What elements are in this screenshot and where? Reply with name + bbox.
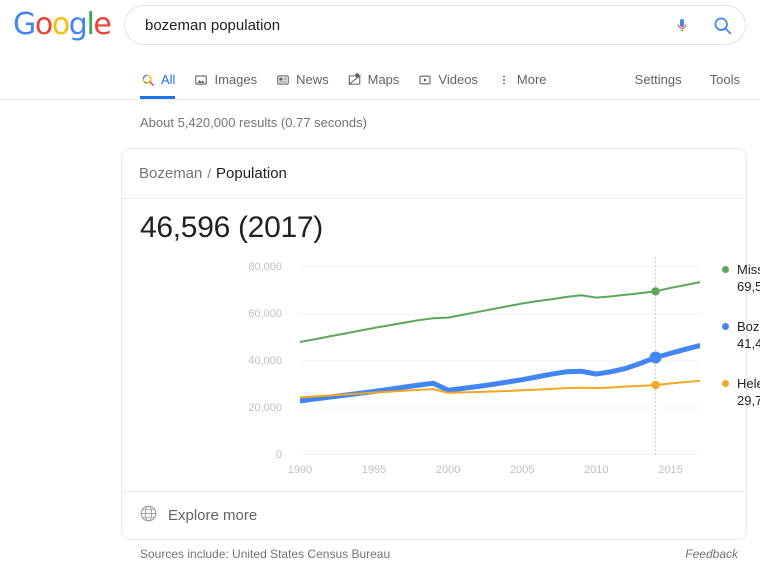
tab-label: More xyxy=(517,72,547,87)
y-tick-label: 60,000 xyxy=(222,308,282,320)
knowledge-panel-card: Bozeman / Population 46,596 (2017) 0 20,0… xyxy=(121,148,747,540)
y-tick-label: 20,000 xyxy=(222,402,282,414)
legend-series-name: Helena xyxy=(737,375,760,392)
legend-item-missoula[interactable]: Missoula69,530 (2014) xyxy=(722,261,760,295)
legend-item-helena[interactable]: Helena29,759 (2014) xyxy=(722,375,760,409)
legend-series-value: 29,759 (2014) xyxy=(737,392,760,409)
legend-series-value: 41,445 (2014) xyxy=(737,335,760,352)
tab-label: All xyxy=(161,72,175,87)
breadcrumb-separator: / xyxy=(207,166,211,181)
legend-series-name: Missoula xyxy=(737,261,760,278)
video-play-icon xyxy=(417,72,433,88)
logo-letter-1: o xyxy=(35,10,52,40)
hover-point-helena[interactable] xyxy=(651,381,659,389)
feedback-link[interactable]: Feedback xyxy=(685,547,738,561)
navigation-right-links: Settings Tools xyxy=(635,60,740,99)
microphone-icon[interactable] xyxy=(665,14,699,36)
search-tabs: All Images News Maps Videos More xyxy=(136,60,556,100)
page-title: 46,596 (2017) xyxy=(140,211,323,245)
tab-news[interactable]: News xyxy=(266,60,338,99)
logo-letter-2: o xyxy=(52,10,69,40)
legend-color-dot xyxy=(722,266,729,273)
y-tick-label: 40,000 xyxy=(222,355,282,367)
search-icon xyxy=(140,72,156,88)
globe-icon xyxy=(139,504,158,528)
x-tick-label: 2000 xyxy=(436,464,460,476)
logo-letter-5: e xyxy=(93,10,110,40)
chart-plot-area[interactable] xyxy=(300,255,700,455)
explore-more-button[interactable]: Explore more xyxy=(122,491,746,539)
tab-maps[interactable]: Maps xyxy=(338,60,409,99)
x-tick-label: 2010 xyxy=(584,464,608,476)
google-search-results-page: Google bozeman population All Images News xyxy=(0,0,760,568)
search-input[interactable]: bozeman population xyxy=(125,17,665,34)
tab-more[interactable]: More xyxy=(487,60,556,99)
tab-label: Videos xyxy=(438,72,478,87)
google-logo[interactable]: Google xyxy=(13,10,110,40)
tab-videos[interactable]: Videos xyxy=(408,60,487,99)
breadcrumb-leaf: Population xyxy=(216,165,287,182)
tools-link[interactable]: Tools xyxy=(710,72,740,87)
hover-point-missoula[interactable] xyxy=(651,287,659,295)
search-icon[interactable] xyxy=(699,15,745,36)
search-navigation: All Images News Maps Videos More Settings Tool… xyxy=(0,60,760,100)
breadcrumb-root[interactable]: Bozeman xyxy=(139,165,202,182)
x-tick-label: 1990 xyxy=(288,464,312,476)
tab-all[interactable]: All xyxy=(136,60,184,99)
legend-color-dot xyxy=(722,380,729,387)
logo-letter-0: G xyxy=(13,10,35,40)
chart-svg xyxy=(300,255,700,455)
population-chart: 0 20,000 40,000 60,000 80,000 1990 1995 2000 20… xyxy=(122,255,748,485)
result-stats: About 5,420,000 results (0.77 seconds) xyxy=(140,115,367,130)
more-vertical-icon xyxy=(496,72,512,88)
series-line-missoula[interactable] xyxy=(300,282,700,342)
newspaper-icon xyxy=(275,72,291,88)
breadcrumb: Bozeman / Population xyxy=(122,149,746,199)
image-icon xyxy=(193,72,209,88)
x-tick-label: 2015 xyxy=(658,464,682,476)
tab-images[interactable]: Images xyxy=(184,60,266,99)
search-box[interactable]: bozeman population xyxy=(124,5,746,45)
logo-letter-4: l xyxy=(86,10,93,40)
logo-letter-3: g xyxy=(69,10,87,40)
legend-color-dot xyxy=(722,323,729,330)
legend-series-value: 69,530 (2014) xyxy=(737,278,760,295)
tab-label: News xyxy=(296,72,329,87)
hover-point-bozeman[interactable] xyxy=(650,351,662,363)
legend-item-bozeman[interactable]: Bozeman41,445 (2014) xyxy=(722,318,760,352)
settings-link[interactable]: Settings xyxy=(635,72,682,87)
y-tick-label: 0 xyxy=(222,449,282,461)
search-header: Google bozeman population xyxy=(0,0,760,50)
legend-series-name: Bozeman xyxy=(737,318,760,335)
explore-more-label: Explore more xyxy=(168,507,257,524)
tab-label: Maps xyxy=(368,72,400,87)
x-tick-label: 1995 xyxy=(362,464,386,476)
chart-legend: Missoula69,530 (2014) Bozeman41,445 (2014… xyxy=(722,261,760,432)
map-pin-icon xyxy=(347,72,363,88)
tab-label: Images xyxy=(214,72,257,87)
y-tick-label: 80,000 xyxy=(222,261,282,273)
x-tick-label: 2005 xyxy=(510,464,534,476)
sources-text: Sources include: United States Census Bu… xyxy=(140,547,390,561)
